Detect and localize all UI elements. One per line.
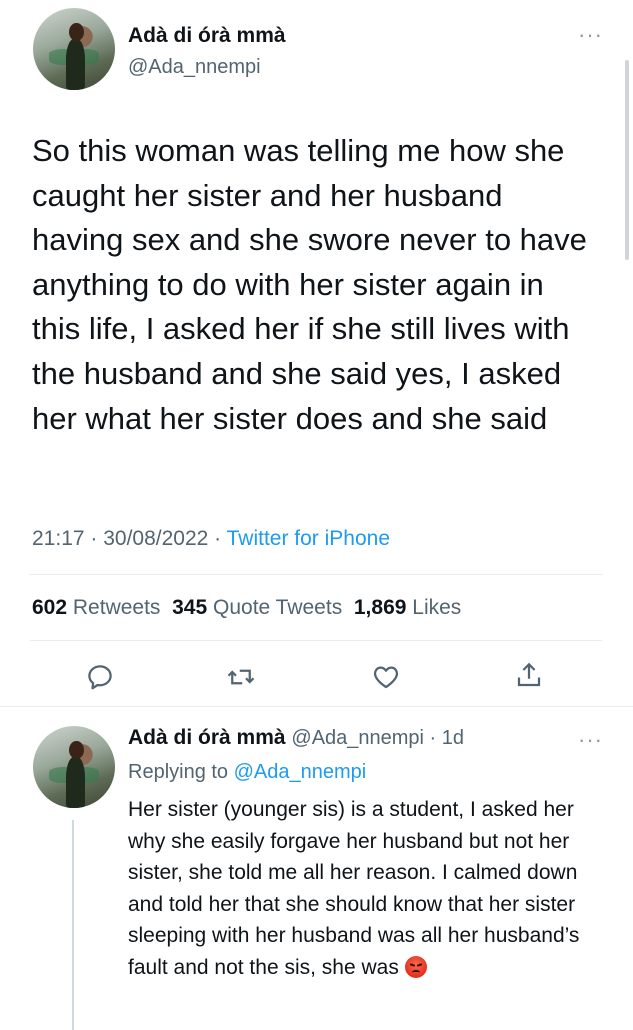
avatar[interactable] bbox=[33, 8, 115, 90]
reply-handle-time[interactable]: @Ada_nnempi · 1d bbox=[291, 727, 464, 749]
angry-face-emoji bbox=[404, 955, 427, 978]
more-horizontal-icon[interactable]: ··· bbox=[578, 727, 603, 753]
thread-line bbox=[72, 820, 74, 1030]
display-name[interactable]: Adà di órà mmà bbox=[128, 24, 286, 48]
tweet-source-link[interactable]: Twitter for iPhone bbox=[227, 527, 390, 550]
reply-icon[interactable] bbox=[85, 662, 115, 692]
divider bbox=[30, 640, 602, 641]
replying-to-link[interactable]: @Ada_nnempi bbox=[234, 761, 367, 783]
reply-display-name[interactable]: Adà di órà mmà bbox=[128, 726, 286, 749]
share-icon[interactable] bbox=[514, 660, 544, 690]
tweet-stats: 602 Retweets 345 Quote Tweets 1,869 Like… bbox=[32, 596, 461, 620]
tweet-meta: 21:17 · 30/08/2022 · Twitter for iPhone bbox=[32, 527, 390, 551]
reply-avatar[interactable] bbox=[33, 726, 115, 808]
divider bbox=[30, 574, 602, 575]
more-horizontal-icon[interactable]: ··· bbox=[578, 22, 603, 48]
reply-header: Adà di órà mmà @Ada_nnempi · 1d bbox=[128, 726, 464, 750]
tweet-timestamp[interactable]: 21:17 · 30/08/2022 · bbox=[32, 527, 227, 550]
tweet-text: So this woman was telling me how she cau… bbox=[32, 133, 587, 436]
quote-tweets-stat[interactable]: 345 Quote Tweets bbox=[172, 596, 342, 619]
user-handle[interactable]: @Ada_nnempi bbox=[128, 56, 261, 79]
scrollbar[interactable] bbox=[625, 60, 629, 260]
retweets-stat[interactable]: 602 Retweets bbox=[32, 596, 160, 619]
like-icon[interactable] bbox=[371, 662, 401, 692]
section-divider bbox=[0, 706, 633, 707]
replying-to: Replying to @Ada_nnempi bbox=[128, 761, 367, 783]
retweet-icon[interactable] bbox=[226, 662, 256, 692]
likes-stat[interactable]: 1,869 Likes bbox=[354, 596, 461, 619]
reply-text: Her sister (younger sis) is a student, I… bbox=[128, 798, 580, 979]
